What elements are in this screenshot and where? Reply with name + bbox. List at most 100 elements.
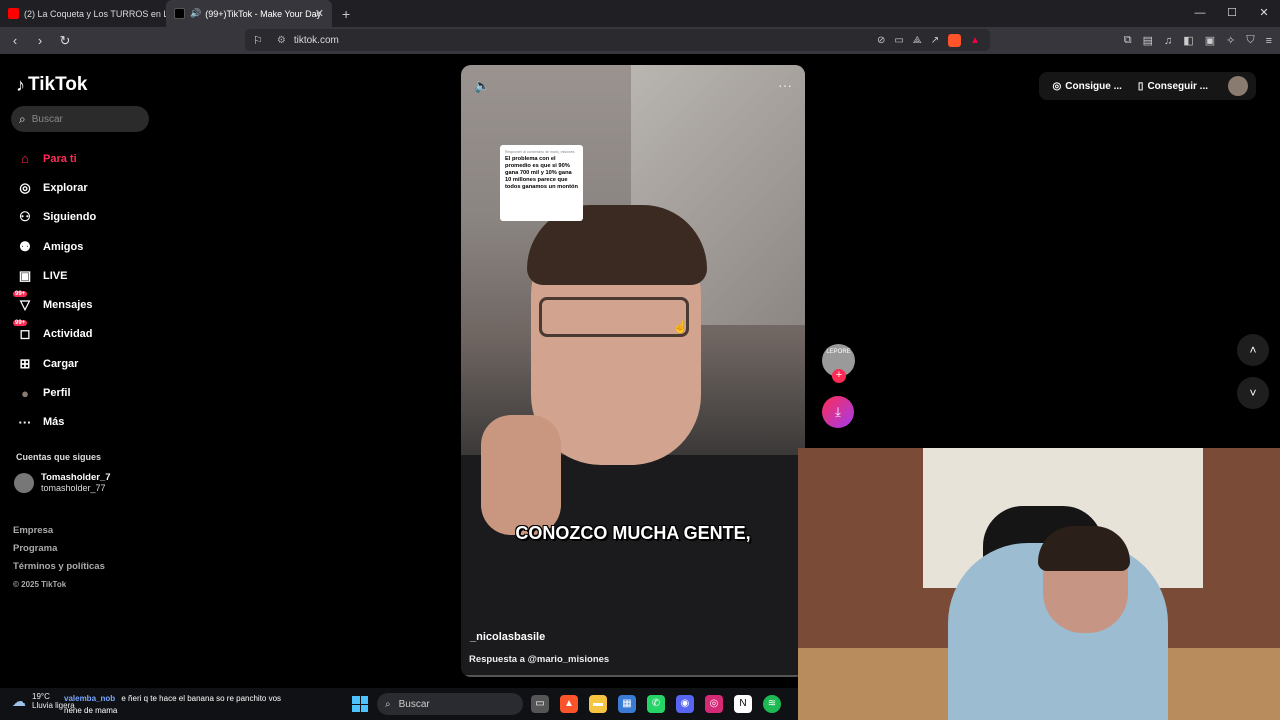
comment-text: El problema con el promedio es que si 90…: [505, 156, 578, 190]
sidebar-item-mas[interactable]: ··· Más: [16, 408, 96, 437]
new-tab-button[interactable]: +: [342, 6, 350, 22]
minimize-button[interactable]: —: [1184, 0, 1216, 27]
reply-comment-sticker: Responder al comentario de mario_misione…: [500, 145, 583, 221]
volume-icon[interactable]: 🔈: [474, 78, 490, 94]
following-account[interactable]: Tomasholder_7 tomasholder_77: [14, 472, 111, 493]
stream-chat-overlay: valemba_nob e ñeri q te hace el banana s…: [64, 693, 294, 717]
footer-link-terminos[interactable]: Términos y políticas: [13, 558, 105, 576]
browser-toolbar: ‹ › ↻ ⚐ ⚙ tiktok.com ⊘ ▭ ⟁ ↗ ▲ ⧉ ▤ ♫ ◧ ▣…: [0, 27, 1280, 54]
more-options-icon[interactable]: ···: [778, 77, 792, 93]
friends-icon: ⚉: [19, 238, 31, 254]
live-tv-icon: ▣: [18, 267, 32, 283]
copyright: © 2025 TikTok: [13, 580, 67, 589]
wallet-icon[interactable]: ▣: [1205, 34, 1215, 47]
footer-link-empresa[interactable]: Empresa: [13, 522, 105, 540]
compass-icon: ◎: [19, 179, 31, 195]
tiktok-logo[interactable]: ♪ TikTok: [16, 74, 87, 96]
activity-icon: ◻ 99+: [13, 320, 31, 342]
task-view-icon[interactable]: ▭: [531, 695, 549, 713]
video-hand: [481, 415, 561, 535]
next-video-button[interactable]: ˅: [1237, 377, 1269, 409]
sidebar-item-siguiendo[interactable]: ⚇ Siguiendo: [16, 203, 96, 232]
taskbar-search-input[interactable]: ⌕ Buscar: [377, 693, 523, 715]
follow-plus-icon[interactable]: +: [832, 369, 846, 383]
extensions-icon[interactable]: ⧉: [1124, 34, 1132, 47]
cast-icon[interactable]: ▭: [894, 35, 903, 46]
sidebar-toggle-icon[interactable]: ◧: [1183, 34, 1193, 47]
close-window-button[interactable]: ✕: [1248, 0, 1280, 27]
share-icon[interactable]: ↗: [931, 35, 939, 46]
following-title: Cuentas que sigues: [16, 452, 102, 462]
speaker-icon[interactable]: 🔊: [190, 8, 201, 19]
coin-icon: ◎: [1052, 80, 1062, 92]
tab-search-icon[interactable]: ▤: [1143, 34, 1153, 47]
search-placeholder: Buscar: [31, 113, 63, 125]
sidebar-item-amigos[interactable]: ⚉ Amigos: [16, 232, 96, 261]
sidebar-item-live[interactable]: ▣ LIVE: [16, 261, 96, 290]
messages-badge: 99+: [13, 291, 28, 298]
video-player[interactable]: Responder al comentario de mario_misione…: [461, 65, 805, 677]
brave-rewards-icon[interactable]: ▲: [970, 35, 980, 46]
account-handle: tomasholder_77: [41, 483, 106, 493]
discord-icon[interactable]: ◉: [676, 695, 694, 713]
get-coins-button[interactable]: ◎ Consigue ...: [1047, 81, 1128, 92]
close-tab-icon[interactable]: ✕: [315, 7, 324, 20]
back-button[interactable]: ‹: [5, 33, 25, 48]
media-icon[interactable]: ♫: [1164, 35, 1172, 47]
cloud-rain-icon: ☁: [12, 692, 26, 709]
previous-video-button[interactable]: ˄: [1237, 334, 1269, 366]
tiktok-logo-icon: ♪: [16, 74, 25, 95]
video-progress-bar[interactable]: [461, 675, 805, 677]
tab-label: (2) La Coqueta y Los TURROS en LA: [24, 8, 166, 19]
whatsapp-icon[interactable]: ✆: [647, 695, 665, 713]
top-right-actions: ◎ Consigue ... ▯ Conseguir ...: [1038, 72, 1256, 100]
forward-button[interactable]: ›: [30, 33, 50, 48]
sidebar-item-mensajes[interactable]: ▽ 99+ Mensajes: [13, 290, 96, 319]
notion-icon[interactable]: N: [734, 695, 752, 713]
bookmark-icon[interactable]: ⚐: [253, 34, 263, 47]
sidebar-item-actividad[interactable]: ◻ 99+ Actividad: [13, 320, 96, 349]
browser-right-toolbar: ⧉ ▤ ♫ ◧ ▣ ✧ ⛉ ≡: [1124, 27, 1272, 54]
brave-shields-icon[interactable]: [948, 33, 962, 47]
site-settings-icon[interactable]: ⚙: [277, 35, 286, 46]
video-username[interactable]: _nicolasbasile: [470, 631, 545, 643]
sidebar-item-perfil[interactable]: ● Perfil: [16, 378, 96, 407]
search-icon: ⌕: [19, 111, 26, 126]
sidebar-item-para-ti[interactable]: ⌂ Para ti: [16, 144, 96, 173]
menu-icon[interactable]: ≡: [1266, 35, 1272, 47]
upload-icon: ⊞: [19, 355, 31, 371]
account-name: Tomasholder_7: [41, 472, 111, 483]
file-explorer-icon[interactable]: ▬: [589, 695, 607, 713]
get-app-button[interactable]: ▯ Conseguir ...: [1132, 81, 1214, 92]
browser-tab-bar: (2) La Coqueta y Los TURROS en LA 🔊 (99+…: [0, 0, 1280, 27]
footer-link-programa[interactable]: Programa: [13, 540, 105, 558]
reload-button[interactable]: ↻: [55, 33, 75, 49]
brave-browser-icon[interactable]: ▲: [560, 695, 578, 713]
instagram-icon[interactable]: ◎: [705, 695, 723, 713]
tab-label: (99+)TikTok - Make Your Day: [205, 8, 322, 19]
no-media-icon[interactable]: ⊘: [877, 35, 885, 46]
leo-ai-icon[interactable]: ✧: [1226, 34, 1235, 47]
video-reply-text[interactable]: Respuesta a @mario_misiones: [469, 654, 609, 665]
vpn-icon[interactable]: ⛉: [1246, 34, 1254, 47]
sidebar-nav: ⌂ Para ti ◎ Explorar ⚇ Siguiendo ⚉ Amigo…: [13, 144, 96, 437]
address-bar[interactable]: ⚐ ⚙ tiktok.com ⊘ ▭ ⟁ ↗ ▲: [245, 29, 990, 51]
search-icon: ⌕: [385, 698, 391, 710]
microsoft-store-icon[interactable]: ▦: [618, 695, 636, 713]
tab-tiktok[interactable]: 🔊 (99+)TikTok - Make Your Day ✕: [166, 0, 332, 27]
tiktok-sidebar: ♪ TikTok ⌕ Buscar ⌂ Para ti ◎ Explorar ⚇…: [0, 54, 160, 684]
maximize-button[interactable]: ☐: [1216, 0, 1248, 27]
window-controls: — ☐ ✕: [1184, 0, 1280, 27]
sidebar-item-cargar[interactable]: ⊞ Cargar: [16, 349, 96, 378]
sidebar-item-explorar[interactable]: ◎ Explorar: [16, 173, 96, 202]
url-text: tiktok.com: [293, 34, 339, 46]
download-icon[interactable]: ⤓: [822, 396, 854, 428]
spotify-icon[interactable]: ≋: [763, 695, 781, 713]
user-follow-icon: ⚇: [19, 209, 31, 225]
windows-start-icon[interactable]: [352, 696, 368, 712]
webcam-overlay: [798, 448, 1280, 720]
translate-icon[interactable]: ⟁: [913, 35, 922, 46]
tab-youtube[interactable]: (2) La Coqueta y Los TURROS en LA: [0, 0, 166, 27]
avatar[interactable]: [1228, 76, 1248, 96]
search-input[interactable]: ⌕ Buscar: [11, 106, 149, 132]
